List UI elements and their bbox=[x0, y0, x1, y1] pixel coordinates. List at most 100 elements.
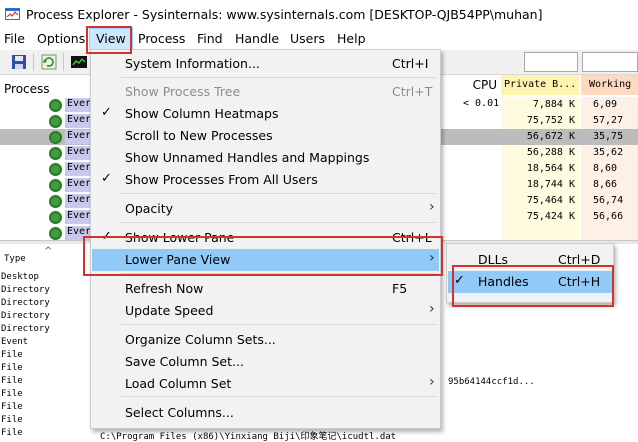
submenu-arrow-icon: › bbox=[429, 250, 435, 266]
menu-item-label: Select Columns... bbox=[125, 405, 234, 420]
process-explorer-app-icon bbox=[5, 8, 20, 20]
evernote-process-icon bbox=[49, 227, 62, 240]
submenu-arrow-icon: › bbox=[429, 374, 435, 390]
check-icon: ✓ bbox=[101, 171, 112, 186]
menu-help[interactable]: Help bbox=[337, 31, 366, 46]
menu-item-save-column-set[interactable]: Save Column Set... bbox=[92, 351, 439, 373]
menu-item-refresh-now[interactable]: Refresh Now F5 bbox=[92, 278, 439, 300]
check-icon: ✓ bbox=[454, 273, 465, 288]
menu-separator bbox=[121, 324, 436, 325]
process-private-bytes bbox=[501, 225, 579, 241]
submenu-item-shortcut: Ctrl+H bbox=[558, 274, 601, 289]
menu-handle[interactable]: Handle bbox=[235, 31, 279, 46]
handle-type[interactable]: File bbox=[1, 428, 23, 438]
menu-item-opacity[interactable]: Opacity › bbox=[92, 198, 439, 220]
cpu-graph[interactable] bbox=[524, 52, 578, 72]
menu-item-show-processes-from-all-users[interactable]: ✓ Show Processes From All Users bbox=[92, 169, 439, 191]
process-working-set: 57,27 bbox=[581, 113, 638, 129]
process-working-set: 56,66 bbox=[581, 209, 638, 225]
lower-pane-view-submenu: DLLs Ctrl+D ✓ Handles Ctrl+H bbox=[446, 243, 614, 303]
process-working-set bbox=[581, 225, 638, 241]
column-header-process[interactable]: Process bbox=[4, 82, 50, 96]
handle-type[interactable]: Event bbox=[1, 337, 28, 347]
menu-process[interactable]: Process bbox=[138, 31, 185, 46]
menu-item-shortcut: Ctrl+L bbox=[392, 230, 432, 245]
menu-item-scroll-to-new-processes[interactable]: Scroll to New Processes bbox=[92, 125, 439, 147]
process-private-bytes: 18,744 K bbox=[501, 177, 579, 193]
menu-item-label: System Information... bbox=[125, 56, 260, 71]
check-icon: ✓ bbox=[101, 229, 112, 244]
menu-item-organize-column-sets[interactable]: Organize Column Sets... bbox=[92, 329, 439, 351]
menu-item-label: Scroll to New Processes bbox=[125, 128, 273, 143]
process-private-bytes: 75,464 K bbox=[501, 193, 579, 209]
handle-type[interactable]: File bbox=[1, 389, 23, 399]
menu-separator bbox=[121, 193, 436, 194]
process-cpu: < 0.01 bbox=[463, 98, 500, 109]
menu-item-shortcut: Ctrl+T bbox=[392, 84, 433, 99]
submenu-item-label: DLLs bbox=[478, 252, 509, 267]
menu-item-shortcut: F5 bbox=[392, 281, 408, 296]
handle-type[interactable]: Directory bbox=[1, 285, 50, 295]
submenu-item-shortcut: Ctrl+D bbox=[558, 252, 601, 267]
handle-type[interactable]: File bbox=[1, 363, 23, 373]
toolbar-separator bbox=[33, 53, 34, 71]
handle-type[interactable]: File bbox=[1, 376, 23, 386]
handle-type[interactable]: Desktop bbox=[1, 272, 39, 282]
process-working-set: 56,74 bbox=[581, 193, 638, 209]
menu-item-label: Load Column Set bbox=[125, 376, 232, 391]
evernote-process-icon bbox=[49, 99, 62, 112]
view-menu-dropdown: System Information... Ctrl+I Show Process … bbox=[90, 49, 441, 429]
handle-type[interactable]: Directory bbox=[1, 311, 50, 321]
evernote-process-icon bbox=[49, 195, 62, 208]
process-private-bytes: 18,564 K bbox=[501, 161, 579, 177]
handle-type[interactable]: File bbox=[1, 350, 23, 360]
menu-item-label: Refresh Now bbox=[125, 281, 204, 296]
evernote-process-icon bbox=[49, 211, 62, 224]
submenu-item-label: Handles bbox=[478, 274, 529, 289]
menu-file[interactable]: File bbox=[4, 31, 25, 46]
evernote-process-icon bbox=[49, 163, 62, 176]
menu-item-label: Show Process Tree bbox=[125, 84, 241, 99]
menu-separator bbox=[121, 77, 436, 78]
menu-item-label: Show Column Heatmaps bbox=[125, 106, 279, 121]
menu-options[interactable]: Options bbox=[37, 31, 85, 46]
menu-separator bbox=[121, 222, 436, 223]
submenu-item-handles[interactable]: ✓ Handles Ctrl+H bbox=[448, 271, 612, 293]
handle-type[interactable]: Directory bbox=[1, 324, 50, 334]
menu-separator bbox=[121, 273, 436, 274]
menu-item-update-speed[interactable]: Update Speed › bbox=[92, 300, 439, 322]
column-header-cpu[interactable]: CPU bbox=[462, 75, 500, 95]
process-working-set: 35,62 bbox=[581, 145, 638, 161]
menu-item-select-columns[interactable]: Select Columns... bbox=[92, 402, 439, 424]
evernote-process-icon bbox=[49, 131, 62, 144]
handle-type[interactable]: Directory bbox=[1, 298, 50, 308]
column-header-working-set[interactable]: Working bbox=[581, 75, 638, 95]
process-working-set: 35,75 bbox=[581, 129, 638, 145]
evernote-process-icon bbox=[49, 179, 62, 192]
menu-item-load-column-set[interactable]: Load Column Set › bbox=[92, 373, 439, 395]
menu-item-label: Opacity bbox=[125, 201, 174, 216]
menu-item-show-unnamed-handles-and-mappings[interactable]: Show Unnamed Handles and Mappings bbox=[92, 147, 439, 169]
menu-item-show-lower-pane[interactable]: ✓ Show Lower Pane Ctrl+L bbox=[92, 227, 439, 249]
refresh-icon[interactable] bbox=[40, 53, 58, 71]
process-private-bytes: 56,672 K bbox=[501, 129, 579, 145]
menu-item-label: Show Unnamed Handles and Mappings bbox=[125, 150, 370, 165]
menu-item-system-information[interactable]: System Information... Ctrl+I bbox=[92, 53, 439, 75]
handle-type[interactable]: File bbox=[1, 402, 23, 412]
menu-bar: File Options View Process Find Handle Us… bbox=[0, 28, 638, 50]
menu-item-lower-pane-view[interactable]: Lower Pane View › bbox=[92, 249, 439, 271]
menu-view[interactable]: View bbox=[89, 28, 133, 50]
handle-type[interactable]: File bbox=[1, 415, 23, 425]
submenu-item-dlls[interactable]: DLLs Ctrl+D bbox=[448, 249, 612, 271]
column-header-private-bytes[interactable]: Private B... bbox=[501, 75, 579, 95]
menu-item-show-process-tree: Show Process Tree Ctrl+T bbox=[92, 81, 439, 103]
system-info-icon[interactable] bbox=[70, 53, 88, 71]
menu-item-show-column-heatmaps[interactable]: ✓ Show Column Heatmaps bbox=[92, 103, 439, 125]
menu-users[interactable]: Users bbox=[290, 31, 325, 46]
save-icon[interactable] bbox=[10, 53, 28, 71]
evernote-process-icon bbox=[49, 147, 62, 160]
memory-graph[interactable] bbox=[582, 52, 638, 72]
column-header-type[interactable]: Type bbox=[4, 254, 26, 264]
handle-path: C:\Program Files (x86)\Yinxiang Biji\印象笔… bbox=[100, 432, 397, 442]
menu-find[interactable]: Find bbox=[197, 31, 223, 46]
